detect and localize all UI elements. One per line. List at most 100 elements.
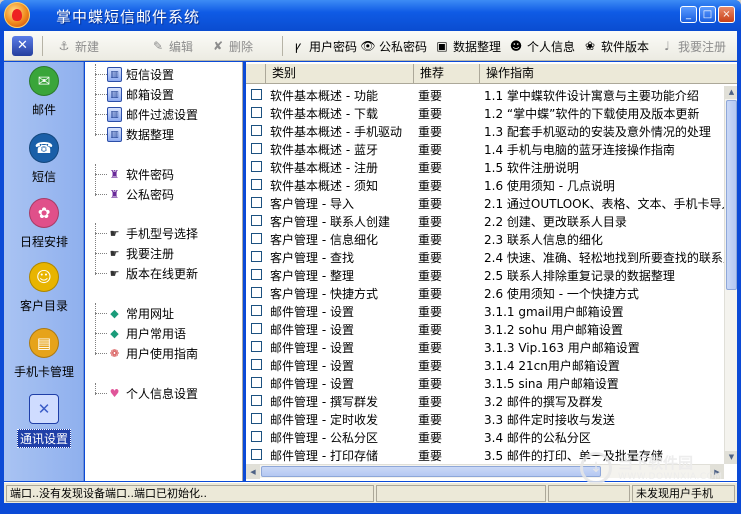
- toolbar-button-3[interactable]: ꝩ 用户密码: [290, 37, 357, 55]
- row-checkbox[interactable]: [251, 143, 262, 154]
- table-row[interactable]: 客户管理 - 查找 重要 2.4 快速、准确、轻松地找到所要查找的联系人: [246, 248, 724, 266]
- row-checkbox[interactable]: [251, 125, 262, 136]
- nav-item-5[interactable]: ✕ 通讯设置: [4, 394, 84, 448]
- tree-item[interactable]: ◆ 用户常用语: [107, 325, 186, 341]
- toolbar-button-label: 公私密码: [379, 39, 428, 54]
- tree-item[interactable]: ☛ 我要注册: [107, 245, 174, 261]
- cell-guide: 1.5 软件注册说明: [484, 161, 579, 175]
- toolbar-button-6[interactable]: ☻ 个人信息: [508, 37, 575, 55]
- table-row[interactable]: 客户管理 - 联系人创建 重要 2.2 创建、更改联系人目录: [246, 212, 724, 230]
- minimize-button[interactable]: _: [680, 6, 697, 23]
- scroll-up-icon[interactable]: ▲: [725, 86, 737, 99]
- table-row[interactable]: 邮件管理 - 公私分区 重要 3.4 邮件的公私分区: [246, 428, 724, 446]
- column-header-guide[interactable]: 操作指南: [480, 64, 737, 84]
- table-row[interactable]: 邮件管理 - 设置 重要 3.1.5 sina 用户邮箱设置: [246, 374, 724, 392]
- table-row[interactable]: 客户管理 - 信息细化 重要 2.3 联系人信息的细化: [246, 230, 724, 248]
- table-header: 类别 推荐 操作指南: [246, 64, 737, 84]
- toolbar-button-2[interactable]: ✘ 删除: [210, 37, 253, 55]
- vertical-scroll-thumb[interactable]: [726, 100, 737, 290]
- book-icon: ▥: [107, 86, 122, 102]
- toolbar-button-4[interactable]: 👁 公私密码: [360, 37, 427, 55]
- title-bar[interactable]: 掌中蝶短信邮件系统 _ □ ×: [0, 0, 741, 31]
- nav-item-1[interactable]: ☎ 短信: [4, 133, 84, 185]
- row-checkbox[interactable]: [251, 179, 262, 190]
- tree-item[interactable]: ◆ 常用网址: [107, 305, 174, 321]
- row-checkbox[interactable]: [251, 341, 262, 352]
- row-checkbox[interactable]: [251, 197, 262, 208]
- row-checkbox[interactable]: [251, 233, 262, 244]
- table-row[interactable]: 邮件管理 - 设置 重要 3.1.4 21cn用户邮箱设置: [246, 356, 724, 374]
- column-header-category[interactable]: 类别: [266, 64, 414, 84]
- table-row[interactable]: 邮件管理 - 撰写群发 重要 3.2 邮件的撰写及群发: [246, 392, 724, 410]
- row-checkbox[interactable]: [251, 413, 262, 424]
- tools-icon[interactable]: ✕: [12, 36, 33, 56]
- table-row[interactable]: 邮件管理 - 设置 重要 3.1.1 gmail用户邮箱设置: [246, 302, 724, 320]
- row-checkbox[interactable]: [251, 359, 262, 370]
- cell-guide: 3.1.3 Vip.163 用户邮箱设置: [484, 341, 640, 355]
- row-checkbox[interactable]: [251, 251, 262, 262]
- nav-item-4[interactable]: ▤ 手机卡管理: [4, 328, 84, 380]
- cell-recommend: 重要: [418, 431, 443, 445]
- row-checkbox[interactable]: [251, 215, 262, 226]
- tree-item-label: 常用网址: [126, 306, 175, 321]
- cell-recommend: 重要: [418, 161, 443, 175]
- table-row[interactable]: 客户管理 - 快捷方式 重要 2.6 使用须知 - 一个快捷方式: [246, 284, 724, 302]
- app-logo-icon[interactable]: [4, 2, 30, 28]
- table-row[interactable]: 邮件管理 - 定时收发 重要 3.3 邮件定时接收与发送: [246, 410, 724, 428]
- tree-item[interactable]: ❁ 用户使用指南: [107, 345, 198, 361]
- book-icon: ▥: [107, 66, 122, 82]
- tree-item[interactable]: ▥ 数据整理: [107, 126, 174, 142]
- table-row[interactable]: 邮件管理 - 设置 重要 3.1.3 Vip.163 用户邮箱设置: [246, 338, 724, 356]
- scroll-left-icon[interactable]: ◀: [246, 465, 260, 479]
- table-row[interactable]: 邮件管理 - 设置 重要 3.1.2 sohu 用户邮箱设置: [246, 320, 724, 338]
- row-checkbox[interactable]: [251, 269, 262, 280]
- table-row[interactable]: 软件基本概述 - 功能 重要 1.1 掌中蝶软件设计寓意与主要功能介绍: [246, 86, 724, 104]
- guide-table: 类别 推荐 操作指南 软件基本概述 - 功能 重要 1.1 掌中蝶软件设计寓意与主要…: [246, 62, 737, 481]
- tree-item[interactable]: ♜ 公私密码: [107, 186, 174, 202]
- table-row[interactable]: 软件基本概述 - 注册 重要 1.5 软件注册说明: [246, 158, 724, 176]
- row-checkbox[interactable]: [251, 305, 262, 316]
- tree-item[interactable]: ♜ 软件密码: [107, 166, 174, 182]
- tree-item-label: 邮件过滤设置: [126, 107, 199, 122]
- table-row[interactable]: 软件基本概述 - 须知 重要 1.6 使用须知 - 几点说明: [246, 176, 724, 194]
- tree-item[interactable]: ☛ 手机型号选择: [107, 225, 198, 241]
- toolbar-button-7[interactable]: ❀ 软件版本: [582, 37, 649, 55]
- row-checkbox[interactable]: [251, 449, 262, 460]
- row-checkbox[interactable]: [251, 395, 262, 406]
- table-row[interactable]: 软件基本概述 - 蓝牙 重要 1.4 手机与电脑的蓝牙连接操作指南: [246, 140, 724, 158]
- tree-item[interactable]: ▥ 邮件过滤设置: [107, 106, 198, 122]
- vertical-scrollbar[interactable]: ▲ ▼: [724, 86, 737, 464]
- close-button[interactable]: ×: [718, 6, 735, 23]
- row-checkbox[interactable]: [251, 107, 262, 118]
- table-row[interactable]: 客户管理 - 整理 重要 2.5 联系人排除重复记录的数据整理: [246, 266, 724, 284]
- nav-item-3[interactable]: ☺ 客户目录: [4, 262, 84, 314]
- row-checkbox[interactable]: [251, 287, 262, 298]
- toolbar-button-label: 新建: [75, 39, 100, 54]
- tree-connector-branch: [95, 174, 107, 175]
- row-checkbox[interactable]: [251, 431, 262, 442]
- tree-item[interactable]: ☛ 版本在线更新: [107, 265, 198, 281]
- maximize-button[interactable]: □: [699, 6, 716, 23]
- row-checkbox[interactable]: [251, 89, 262, 100]
- table-row[interactable]: 软件基本概述 - 下载 重要 1.2 “掌中蝶”软件的下载使用及版本更新: [246, 104, 724, 122]
- nav-item-0[interactable]: ✉ 邮件: [4, 66, 84, 118]
- cell-category: 客户管理 - 整理: [270, 269, 354, 283]
- column-header-recommend[interactable]: 推荐: [414, 64, 480, 84]
- toolbar-button-5[interactable]: ▣ 数据整理: [434, 37, 501, 55]
- row-checkbox[interactable]: [251, 377, 262, 388]
- tree-item[interactable]: ♥ 个人信息设置: [107, 385, 198, 401]
- tree-item[interactable]: ▥ 邮箱设置: [107, 86, 174, 102]
- toolbar-button-1[interactable]: ✎ 编辑: [150, 37, 193, 55]
- tree-item[interactable]: ▥ 短信设置: [107, 66, 174, 82]
- table-row[interactable]: 客户管理 - 导入 重要 2.1 通过OUTLOOK、表格、文本、手机卡导入: [246, 194, 724, 212]
- horizontal-scroll-thumb[interactable]: [261, 466, 601, 477]
- row-checkbox[interactable]: [251, 161, 262, 172]
- toolbar-button-0[interactable]: ⚓ 新建: [56, 37, 99, 55]
- tree-item-label: 用户常用语: [126, 326, 187, 341]
- nav-item-2[interactable]: ✿ 日程安排: [4, 198, 84, 250]
- row-checkbox[interactable]: [251, 323, 262, 334]
- cell-category: 软件基本概述 - 功能: [270, 89, 378, 103]
- toolbar-button-8[interactable]: ♩ 我要注册: [659, 37, 726, 55]
- table-row[interactable]: 软件基本概述 - 手机驱动 重要 1.3 配套手机驱动的安装及意外情况的处理: [246, 122, 724, 140]
- cell-category: 邮件管理 - 设置: [270, 323, 354, 337]
